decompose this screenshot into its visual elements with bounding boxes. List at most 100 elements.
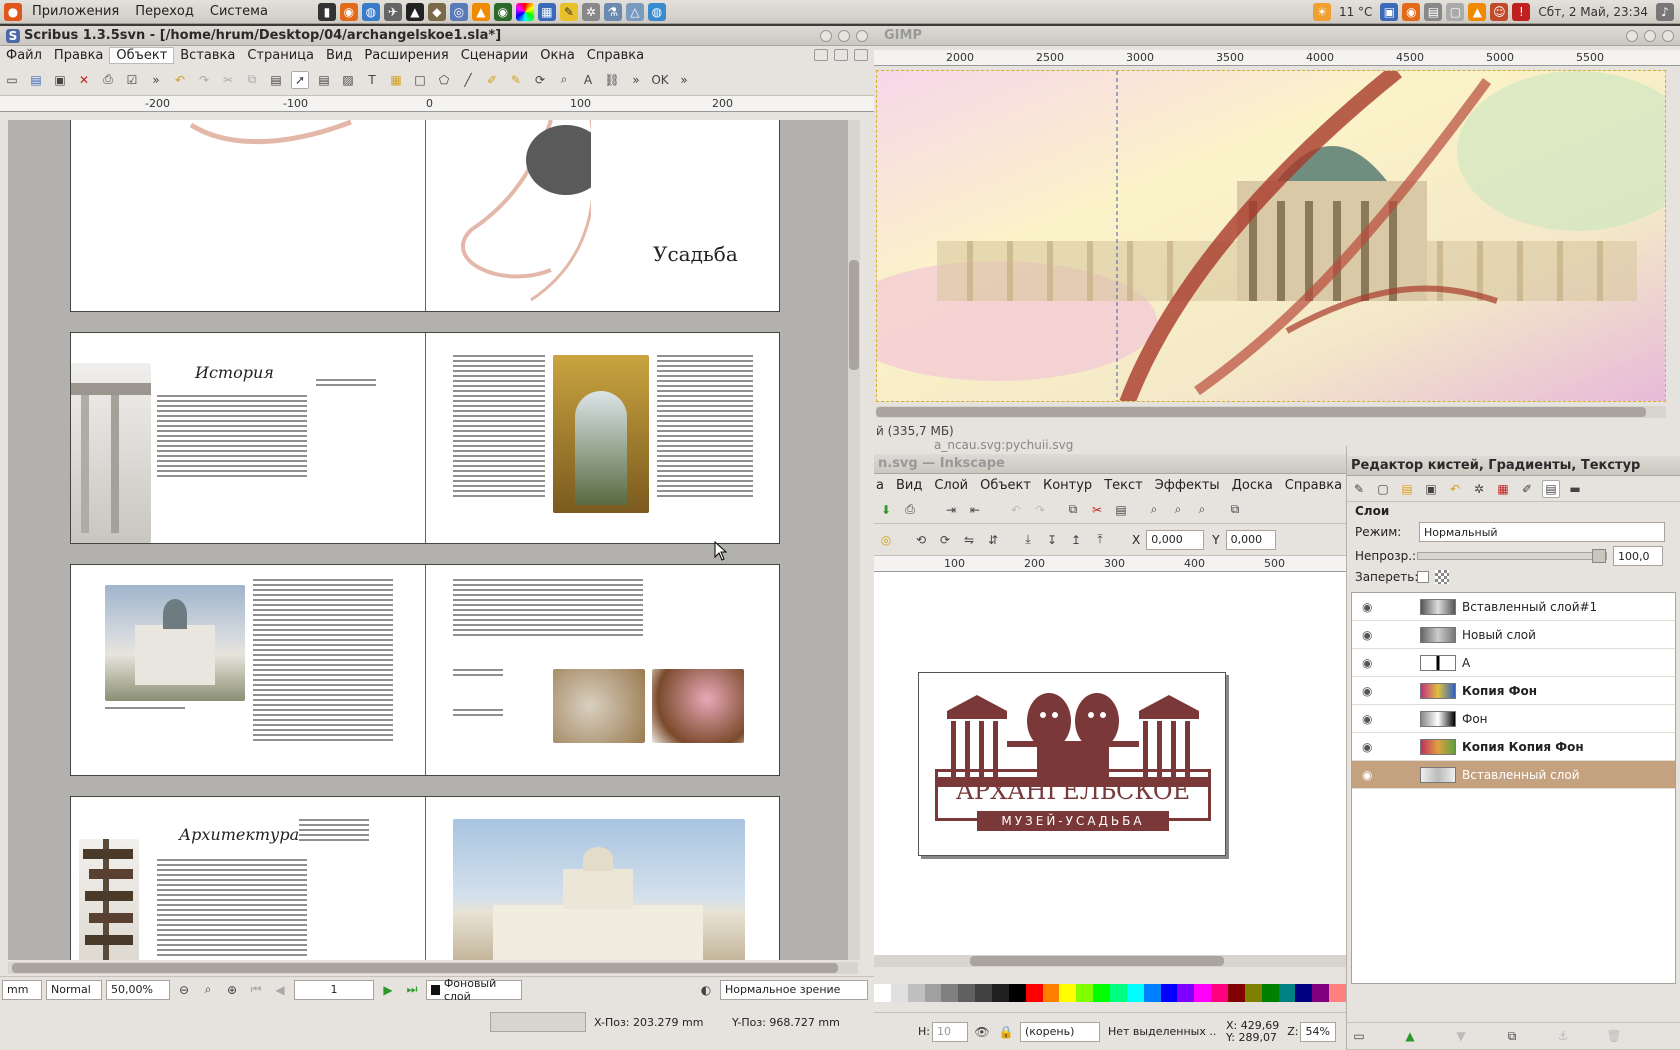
ink-raise-icon[interactable]: ↥ [1067,531,1085,549]
ink-zoom-sel-icon[interactable]: ⌕ [1145,501,1163,519]
mode-select[interactable]: Нормальный [1419,522,1665,542]
menu-scripts[interactable]: Сценарии [455,48,535,63]
palette-swatch[interactable] [1194,984,1212,1002]
layer-row[interactable]: ◉ Фон [1352,705,1675,733]
pdf-icon[interactable]: OK [651,71,669,89]
gimp-image-canvas[interactable] [876,70,1666,402]
freehand-icon[interactable]: ✎ [507,71,525,89]
layer-row[interactable]: ◉ А [1352,649,1675,677]
inkscape-canvas[interactable]: АРХАНГЕЛЬСКОЕ МУЗЕЙ-УСАДЬБА [874,572,1346,967]
tray-vlc-icon[interactable]: ▲ [1468,3,1487,21]
menu-object[interactable]: Объект [109,46,175,64]
palette-swatch[interactable] [907,984,925,1002]
palette-swatch[interactable] [1261,984,1279,1002]
ink-menu-edit[interactable]: а [874,478,890,493]
next-page-icon[interactable]: ▶ [379,981,397,999]
terminal-icon[interactable]: ▮ [317,2,336,21]
panel-clock[interactable]: Сбт, 2 Май, 23:34 [1538,5,1648,19]
inkscape-titlebar[interactable]: n.svg — Inkscape [874,454,1346,474]
preflight-icon[interactable]: ☑ [123,71,141,89]
preview-icon[interactable]: ◐ [697,981,715,999]
last-page-icon[interactable]: ⏭ [403,981,421,999]
palette-swatch[interactable] [1177,984,1195,1002]
weather-temp[interactable]: 11 °C [1339,5,1372,19]
menu-file[interactable]: Файл [0,48,48,63]
ink-copy-icon[interactable]: ⧉ [1064,501,1082,519]
cut-icon[interactable]: ✂ [219,71,237,89]
palette-swatch[interactable] [1312,984,1330,1002]
jet-icon[interactable]: ✈ [383,2,402,21]
gradient-editor-tab-icon[interactable]: ▦ [1494,480,1512,498]
page-spread-4[interactable]: Архитектура [70,796,780,960]
lock-pixels-checkbox[interactable] [1417,571,1429,583]
color-palette[interactable] [874,984,1347,1002]
scribus-titlebar[interactable]: S Scribus 1.3.5svn - [/home/hrum/Desktop… [0,26,874,46]
layer-row[interactable]: ◉ Вставленный слой#1 [1352,593,1675,621]
undo-icon[interactable]: ↶ [171,71,189,89]
lock-alpha-icon[interactable] [1435,570,1449,584]
doc-restore-button[interactable] [834,49,848,61]
new-layer-icon[interactable]: ▭ [1350,1027,1368,1045]
layer-row-selected[interactable]: ◉ Вставленный слой [1352,761,1675,789]
edit-text-icon[interactable]: A [579,71,597,89]
prev-page-icon[interactable]: ◀ [271,981,289,999]
scribus-maximize-button[interactable] [838,29,850,42]
browser-icon[interactable]: ◍ [361,2,380,21]
ink-lower-icon[interactable]: ↧ [1043,531,1061,549]
layer-visibility-eye-icon[interactable]: ◉ [1362,768,1380,782]
navigation-tab-icon[interactable]: ✲ [1470,480,1488,498]
palette-swatch[interactable] [1244,984,1262,1002]
logo-page[interactable]: АРХАНГЕЛЬСКОЕ МУЗЕЙ-УСАДЬБА [918,672,1226,856]
text-frame-icon[interactable]: ▤ [315,71,333,89]
ink-import-icon[interactable]: ⇥ [942,501,960,519]
ink-menu-effects[interactable]: Эффекты [1149,478,1226,493]
tool-icon[interactable]: ⚗ [603,2,622,21]
gimp-minimize-button[interactable] [1626,29,1638,42]
open-icon[interactable]: ▤ [27,71,45,89]
menu-page[interactable]: Страница [241,48,320,63]
layer-row[interactable]: ◉ Копия Копия Фон [1352,733,1675,761]
notes-icon[interactable]: ✎ [559,2,578,21]
weather-icon[interactable]: ☀ [1312,3,1331,21]
render-frame-icon[interactable]: T [363,71,381,89]
undo-history-tab-icon[interactable]: ↶ [1446,480,1464,498]
eye-icon[interactable]: ◉ [493,2,512,21]
tray-app-2-icon[interactable]: ◉ [1402,3,1421,21]
vlc-icon[interactable]: ▲ [471,2,490,21]
unit-select[interactable]: mm [2,979,42,1000]
ink-menu-path[interactable]: Контур [1037,478,1098,493]
palette-swatch[interactable] [1295,984,1313,1002]
palette-tab-icon[interactable]: ▣ [1422,480,1440,498]
palette-swatch[interactable] [992,984,1009,1002]
menu-insert[interactable]: Вставка [174,48,241,63]
palette-swatch[interactable] [1076,984,1094,1002]
ink-print-icon[interactable]: ⎙ [901,501,919,519]
rotate-icon[interactable]: ⟳ [531,71,549,89]
tray-app-3-icon[interactable]: ▤ [1424,3,1443,21]
palette-swatch[interactable] [1008,984,1026,1002]
view-select[interactable]: Нормальное зрение [720,979,868,1000]
page-spread-2[interactable]: История [70,332,780,544]
pattern-tab-icon[interactable]: ▢ [1374,480,1392,498]
ink-select-all-icon[interactable]: ◎ [877,531,895,549]
page-spread-1[interactable]: Усадьба [70,120,780,312]
color-wheel-icon[interactable] [515,2,534,21]
gimp-maximize-button[interactable] [1644,29,1656,42]
table-icon[interactable]: ▦ [387,71,405,89]
ink-rotate-ccw-icon[interactable]: ⟲ [912,531,930,549]
close-doc-icon[interactable]: ✕ [75,71,93,89]
menu-windows[interactable]: Окна [534,48,581,63]
new-doc-icon[interactable]: ▭ [3,71,21,89]
x-coordinate-input[interactable]: 0,000 [1146,529,1205,550]
palette-swatch[interactable] [941,984,959,1002]
ink-flip-h-icon[interactable]: ⇋ [960,531,978,549]
ink-flip-v-icon[interactable]: ⇵ [984,531,1002,549]
line-icon[interactable]: ╱ [459,71,477,89]
gimp-titlebar[interactable]: GIMP [874,26,1680,46]
first-page-icon[interactable]: ⏮ [247,981,265,999]
palette-swatch[interactable] [1143,984,1161,1002]
y-coordinate-input[interactable]: 0,000 [1225,529,1276,550]
zoom-out-icon[interactable]: ⊖ [175,981,193,999]
ink-undo-icon[interactable]: ↶ [1007,501,1025,519]
scribus-close-button[interactable] [856,29,868,42]
